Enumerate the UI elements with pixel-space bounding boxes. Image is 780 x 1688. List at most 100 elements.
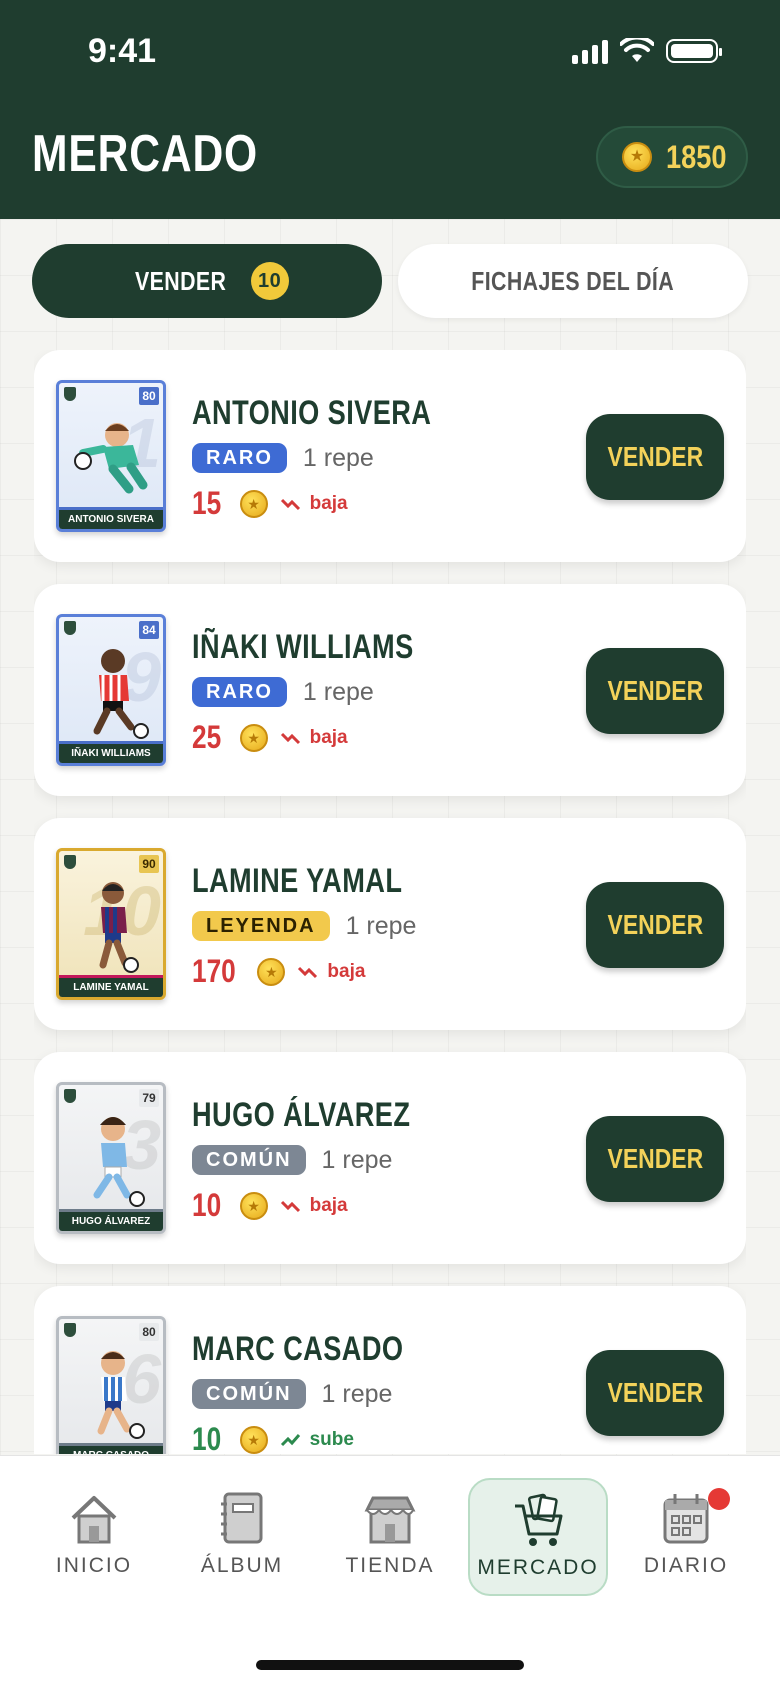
trend-label: baja — [309, 1194, 348, 1216]
player-card: 80 1 ANTONIO SIVERA — [56, 380, 166, 532]
battery-icon — [666, 39, 722, 63]
card-nameplate: MARC CASADO — [59, 1443, 163, 1454]
repe-count: 1 repe — [321, 1145, 393, 1174]
repe-count: 1 repe — [321, 1379, 393, 1408]
player-card: 84 9 IÑAKI WILLIAMS — [56, 614, 166, 766]
sell-list[interactable]: 80 1 ANTONIO SIVERA ANTONIO SIVERA RARO … — [34, 350, 746, 1454]
repe-count: 1 repe — [345, 911, 417, 940]
card-nameplate: IÑAKI WILLIAMS — [59, 741, 163, 763]
list-item: 80 1 ANTONIO SIVERA ANTONIO SIVERA RARO … — [34, 350, 746, 562]
player-card: 79 3 HUGO ÁLVAREZ — [56, 1082, 166, 1234]
coin-icon: ★ — [239, 1425, 268, 1454]
sell-button[interactable]: VENDER — [586, 1116, 724, 1202]
nav-label: MERCADO — [477, 1556, 599, 1579]
trend-label: sube — [309, 1428, 354, 1450]
nav-inicio[interactable]: INICIO — [24, 1478, 164, 1596]
player-name: LAMINE YAMAL — [192, 862, 403, 900]
nav-label: TIENDA — [345, 1554, 435, 1577]
price: 170 — [192, 953, 236, 989]
calendar-icon — [663, 1494, 709, 1544]
crest-icon — [64, 1089, 76, 1103]
house-icon — [71, 1496, 117, 1544]
crest-icon — [64, 1323, 76, 1337]
price: 25 — [192, 719, 222, 755]
trend-label: baja — [309, 726, 348, 748]
crest-icon — [64, 621, 76, 635]
trend-down-icon — [280, 1200, 300, 1212]
rarity-badge: COMÚN — [192, 1379, 306, 1409]
nav-label: DIARIO — [643, 1554, 729, 1577]
sell-button[interactable]: VENDER — [586, 1350, 724, 1436]
list-item: 79 3 HUGO ÁLVAREZ HUGO ÁLVAREZ COMÚN 1 r… — [34, 1052, 746, 1264]
tab-vender[interactable]: VENDER 10 — [32, 244, 382, 318]
tab-vender-label: VENDER — [135, 265, 227, 296]
nav-diario[interactable]: DIARIO — [616, 1478, 756, 1596]
list-item: 84 9 IÑAKI WILLIAMS IÑAKI WILLIAMS RARO … — [34, 584, 746, 796]
price: 15 — [192, 485, 222, 521]
crest-icon — [64, 855, 76, 869]
card-nameplate: HUGO ÁLVAREZ — [59, 1209, 163, 1231]
repe-count: 1 repe — [302, 443, 374, 472]
coin-icon: ★ — [239, 489, 268, 518]
page-title: MERCADO — [32, 125, 259, 183]
nav-label: INICIO — [55, 1554, 133, 1577]
notification-dot — [708, 1488, 730, 1510]
trend-down-icon — [298, 966, 318, 978]
trend-indicator: baja — [280, 727, 348, 749]
sell-button-label: VENDER — [607, 909, 703, 940]
player-illustration-icon — [93, 649, 149, 739]
rarity-badge: LEYENDA — [192, 911, 330, 941]
nav-tienda[interactable]: TIENDA — [320, 1478, 460, 1596]
player-name: HUGO ÁLVAREZ — [192, 1096, 411, 1134]
trend-indicator: baja — [297, 961, 365, 983]
wifi-icon — [620, 38, 654, 62]
card-nameplate: ANTONIO SIVERA — [59, 507, 163, 529]
price: 10 — [192, 1421, 222, 1454]
nav-album[interactable]: ÁLBUM — [172, 1478, 312, 1596]
goalkeeper-illustration-icon — [74, 423, 148, 494]
trend-label: baja — [309, 492, 348, 514]
player-name: MARC CASADO — [192, 1330, 404, 1368]
coin-balance[interactable]: ★ 1850 — [596, 126, 748, 188]
player-illustration-icon — [99, 882, 139, 973]
crest-icon — [64, 387, 76, 401]
player-name: ANTONIO SIVERA — [192, 394, 432, 432]
nav-label: ÁLBUM — [200, 1554, 284, 1577]
cart-cards-icon — [515, 1493, 563, 1546]
sell-button-label: VENDER — [607, 675, 703, 706]
sell-button[interactable]: VENDER — [586, 648, 724, 734]
sell-button-label: VENDER — [607, 441, 703, 472]
sell-button[interactable]: VENDER — [586, 882, 724, 968]
trend-indicator: baja — [280, 1195, 348, 1217]
player-illustration-icon — [93, 1117, 145, 1207]
card-nameplate: LAMINE YAMAL — [59, 975, 163, 997]
nav-mercado[interactable]: MERCADO — [468, 1478, 608, 1596]
player-name: IÑAKI WILLIAMS — [192, 628, 414, 666]
trend-down-icon — [280, 498, 300, 510]
signal-icon — [572, 38, 608, 64]
album-icon — [221, 1492, 263, 1544]
trend-indicator: sube — [280, 1429, 354, 1451]
rarity-badge: RARO — [192, 677, 287, 707]
coin-icon: ★ — [239, 1191, 268, 1220]
sell-button[interactable]: VENDER — [586, 414, 724, 500]
tab-fichajes-del-dia[interactable]: FICHAJES DEL DÍA — [398, 244, 748, 318]
header: 9:41 MERCADO ★ 1850 — [0, 0, 780, 219]
list-item: 90 10 LAMINE YAMAL LAMINE YAMAL LEYENDA … — [34, 818, 746, 1030]
trend-label: baja — [327, 960, 366, 982]
status-icons — [572, 38, 722, 64]
trend-down-icon — [280, 732, 300, 744]
rarity-badge: COMÚN — [192, 1145, 306, 1175]
sell-button-label: VENDER — [607, 1143, 703, 1174]
coin-icon: ★ — [622, 142, 652, 172]
rarity-badge: RARO — [192, 443, 287, 473]
coin-icon: ★ — [257, 957, 286, 986]
repe-count: 1 repe — [302, 677, 374, 706]
home-indicator — [256, 1660, 524, 1670]
shop-icon — [364, 1496, 416, 1544]
coin-icon: ★ — [239, 723, 268, 752]
player-illustration-icon — [97, 1351, 145, 1439]
coin-balance-value: 1850 — [666, 138, 727, 175]
status-time: 9:41 — [88, 32, 157, 70]
trend-indicator: baja — [280, 493, 348, 515]
